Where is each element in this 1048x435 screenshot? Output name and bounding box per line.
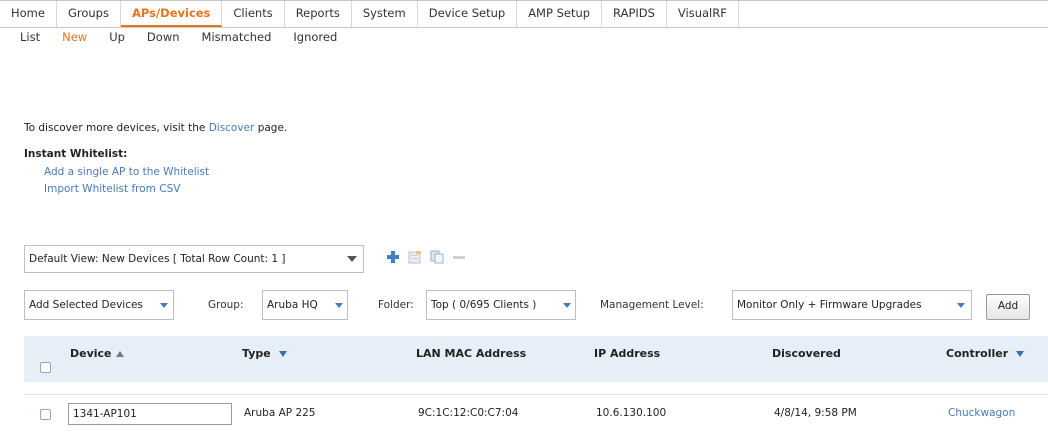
select-all-checkbox[interactable] bbox=[40, 362, 51, 373]
management-level-value: Monitor Only + Firmware Upgrades bbox=[737, 299, 922, 311]
action-select-label: Add Selected Devices bbox=[29, 299, 143, 311]
action-select[interactable]: Add Selected Devices bbox=[24, 290, 174, 320]
column-header-type-label: Type bbox=[242, 347, 271, 360]
management-level-select[interactable]: Monitor Only + Firmware Upgrades bbox=[732, 290, 972, 320]
discover-prefix: To discover more devices, visit the bbox=[24, 122, 209, 134]
column-header-ip-address[interactable]: IP Address bbox=[594, 336, 660, 382]
sub-tabs: List New Up Down Mismatched Ignored bbox=[0, 27, 345, 47]
tab-reports[interactable]: Reports bbox=[285, 1, 352, 27]
group-label: Group: bbox=[208, 299, 244, 311]
copy-icon[interactable] bbox=[430, 250, 444, 264]
group-select[interactable]: Aruba HQ bbox=[262, 290, 348, 320]
sort-ascending-icon bbox=[115, 351, 124, 357]
view-select[interactable]: Default View: New Devices [ Total Row Co… bbox=[24, 245, 364, 273]
discover-link[interactable]: Discover bbox=[209, 122, 255, 134]
column-header-type[interactable]: Type bbox=[242, 336, 287, 382]
add-button[interactable]: Add bbox=[986, 294, 1030, 320]
folder-select[interactable]: Top ( 0/695 Clients ) bbox=[426, 290, 576, 320]
tab-rapids[interactable]: RAPIDS bbox=[602, 1, 667, 27]
subtab-list[interactable]: List bbox=[0, 27, 62, 47]
lan-mac-address: 9C:1C:12:C0:C7:04 bbox=[418, 407, 519, 419]
group-select-value: Aruba HQ bbox=[267, 299, 318, 311]
tab-aps-devices[interactable]: APs/Devices bbox=[120, 1, 223, 27]
delete-icon[interactable] bbox=[452, 250, 466, 264]
tab-home[interactable]: Home bbox=[0, 1, 57, 27]
subtab-ignored[interactable]: Ignored bbox=[293, 27, 345, 47]
add-single-ap-link[interactable]: Add a single AP to the Whitelist bbox=[44, 166, 209, 178]
table-header: Device Type LAN MAC Address IP Address D… bbox=[24, 336, 1048, 382]
chevron-down-icon bbox=[160, 303, 168, 308]
controller-link[interactable]: Chuckwagon bbox=[948, 407, 1015, 419]
column-header-controller[interactable]: Controller bbox=[946, 336, 1025, 382]
discovered-time: 4/8/14, 9:58 PM bbox=[774, 407, 857, 419]
column-header-lan-mac[interactable]: LAN MAC Address bbox=[416, 336, 526, 382]
subtab-new[interactable]: New bbox=[62, 27, 109, 47]
import-whitelist-link[interactable]: Import Whitelist from CSV bbox=[44, 183, 180, 195]
tab-groups[interactable]: Groups bbox=[57, 1, 121, 27]
discover-suffix: page. bbox=[254, 122, 288, 134]
subtab-up[interactable]: Up bbox=[109, 27, 147, 47]
chevron-down-icon bbox=[563, 303, 571, 308]
folder-select-value: Top ( 0/695 Clients ) bbox=[431, 299, 537, 311]
tab-device-setup[interactable]: Device Setup bbox=[418, 1, 518, 27]
column-header-device-label: Device bbox=[70, 347, 112, 360]
instant-whitelist-title: Instant Whitelist: bbox=[24, 148, 128, 160]
subtab-mismatched[interactable]: Mismatched bbox=[202, 27, 294, 47]
discover-message: To discover more devices, visit the Disc… bbox=[24, 122, 287, 134]
row-checkbox[interactable] bbox=[40, 409, 51, 420]
main-tabs: Home Groups APs/Devices Clients Reports … bbox=[0, 1, 739, 27]
chevron-down-icon bbox=[347, 256, 357, 262]
management-level-label: Management Level: bbox=[600, 299, 704, 311]
device-name-input[interactable] bbox=[68, 403, 232, 425]
tab-visualrf[interactable]: VisualRF bbox=[667, 1, 739, 27]
ip-address: 10.6.130.100 bbox=[596, 407, 667, 419]
folder-label: Folder: bbox=[378, 299, 414, 311]
column-header-discovered[interactable]: Discovered bbox=[772, 336, 841, 382]
subtab-down[interactable]: Down bbox=[147, 27, 202, 47]
tab-clients[interactable]: Clients bbox=[222, 1, 285, 27]
device-type: Aruba AP 225 bbox=[244, 407, 316, 419]
chevron-down-icon bbox=[957, 303, 965, 308]
tab-amp-setup[interactable]: AMP Setup bbox=[517, 1, 603, 27]
edit-icon[interactable] bbox=[408, 250, 422, 264]
column-header-controller-label: Controller bbox=[946, 347, 1009, 360]
column-header-device[interactable]: Device bbox=[70, 336, 124, 382]
tab-system[interactable]: System bbox=[352, 1, 418, 27]
view-actions bbox=[386, 250, 466, 264]
top-navigation-bar: Home Groups APs/Devices Clients Reports … bbox=[0, 0, 1048, 28]
filter-icon[interactable] bbox=[1016, 351, 1025, 357]
view-select-label: Default View: New Devices [ Total Row Co… bbox=[29, 253, 286, 265]
chevron-down-icon bbox=[335, 303, 343, 308]
add-icon[interactable] bbox=[386, 250, 400, 264]
filter-icon[interactable] bbox=[278, 351, 287, 357]
